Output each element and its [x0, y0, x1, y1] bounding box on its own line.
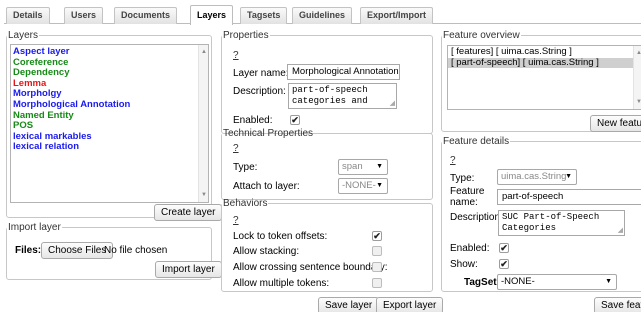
save-layer-button[interactable]: Save layer [318, 297, 380, 312]
technical-help-link[interactable]: ? [233, 143, 239, 154]
show-label: Show: [450, 259, 478, 270]
attach-to-layer-label: Attach to layer: [233, 181, 300, 192]
type-select[interactable]: span ▼ [338, 159, 388, 175]
lock-to-token-checkbox[interactable]: ✔ [372, 231, 382, 241]
layers-list[interactable]: Aspect layer Coreference Dependency Lemma Mo… [10, 44, 209, 203]
export-layer-button[interactable]: Export layer [376, 297, 444, 312]
scroll-down-icon[interactable]: ▼ [201, 192, 207, 198]
feature-name-input[interactable]: part-of-speech [497, 189, 641, 205]
check-icon: ✔ [373, 231, 381, 241]
properties-help-link[interactable]: ? [233, 50, 239, 61]
tagset-label: TagSet: [464, 277, 500, 288]
attach-to-layer-select[interactable]: -NONE- ▼ [338, 178, 388, 194]
layer-name-label: Layer name: [233, 68, 289, 79]
feature-list[interactable]: [ features] [ uima.cas.String ][ part-of… [447, 45, 641, 110]
feature-name-label-line2: name: [450, 197, 478, 208]
feature-name-label-line1: Feature [450, 186, 485, 197]
files-label: Files: [15, 245, 42, 256]
description-text: part-of-speech categories and [292, 85, 368, 106]
feature-enabled-label: Enabled: [450, 243, 490, 254]
resize-grip-icon[interactable]: ◢ [618, 228, 623, 235]
attach-select-value: -NONE- [342, 180, 376, 191]
check-icon: ✔ [500, 243, 508, 253]
layers-scrollbar[interactable]: ▲ ▼ [198, 45, 208, 202]
allow-stacking-checkbox[interactable] [372, 246, 382, 256]
tagset-value: -NONE- [501, 276, 535, 287]
tab-export-import[interactable]: Export/Import [360, 7, 434, 24]
type-label: Type: [233, 162, 258, 173]
lock-to-token-label: Lock to token offsets: [233, 231, 328, 242]
feature-scrollbar[interactable]: ▲ ▼ [633, 46, 641, 109]
layer-list-item[interactable]: Morphological Annotation [11, 99, 208, 111]
tab-tagsets[interactable]: Tagsets [240, 7, 288, 24]
feature-list-item[interactable]: [ part-of-speech] [ uima.cas.String ] [448, 57, 633, 69]
description-textarea[interactable]: part-of-speech categories and ◢ [288, 83, 397, 109]
scroll-up-icon[interactable]: ▲ [201, 49, 207, 55]
show-checkbox[interactable]: ✔ [499, 259, 509, 269]
tab-guidelines[interactable]: Guidelines [292, 7, 353, 24]
choose-files-button[interactable]: Choose Files [41, 242, 114, 259]
no-file-chosen-text: No file chosen [104, 245, 168, 256]
layer-list-item[interactable]: Named Entity [11, 110, 208, 122]
allow-crossing-label: Allow crossing sentence boundary: [233, 262, 388, 273]
allow-stacking-label: Allow stacking: [233, 246, 300, 257]
chevron-down-icon: ▼ [605, 278, 612, 285]
save-feature-button[interactable]: Save feature [594, 297, 641, 312]
allow-multiple-tokens-checkbox[interactable] [372, 278, 382, 288]
description-label: Description: [233, 86, 286, 97]
tab-documents[interactable]: Documents [114, 7, 178, 24]
properties-legend: Properties [223, 30, 269, 41]
layer-list-item[interactable]: Aspect layer [11, 46, 208, 58]
layer-list-item[interactable]: lexical relation [11, 142, 208, 153]
behaviors-help-link[interactable]: ? [233, 215, 239, 226]
resize-grip-icon[interactable]: ◢ [390, 101, 395, 108]
allow-crossing-checkbox[interactable] [372, 262, 382, 272]
tab-users[interactable]: Users [64, 7, 104, 24]
new-feature-button[interactable]: New feature [590, 115, 641, 132]
create-layer-button[interactable]: Create layer [154, 204, 223, 221]
allow-multiple-tokens-label: Allow multiple tokens: [233, 278, 330, 289]
scroll-up-icon[interactable]: ▲ [636, 50, 641, 56]
tab-details[interactable]: Details [6, 7, 50, 24]
import-layer-legend: Import layer [8, 222, 61, 233]
behaviors-legend: Behaviors [223, 198, 268, 209]
scroll-down-icon[interactable]: ▼ [636, 99, 641, 105]
tab-layers[interactable]: Layers [190, 5, 234, 25]
layers-legend: Layers [8, 30, 39, 41]
enabled-checkbox[interactable]: ✔ [290, 115, 300, 125]
chevron-down-icon: ▼ [565, 173, 572, 180]
feature-type-label: Type: [450, 173, 475, 184]
check-icon: ✔ [291, 115, 299, 125]
chevron-down-icon: ▼ [376, 163, 383, 170]
feature-description-text: SUC Part-of-Speech Categories [502, 212, 600, 233]
enabled-label: Enabled: [233, 115, 273, 126]
layer-name-input[interactable]: Morphological Annotation [287, 64, 400, 80]
feature-description-label: Description: [450, 212, 503, 223]
feature-enabled-checkbox[interactable]: ✔ [499, 243, 509, 253]
tagset-select[interactable]: -NONE- ▼ [497, 274, 617, 290]
feature-type-select[interactable]: uima.cas.String ▼ [497, 169, 577, 185]
type-select-value: span [342, 161, 363, 172]
feature-type-value: uima.cas.String [501, 171, 567, 182]
chevron-down-icon: ▼ [376, 182, 383, 189]
feature-help-link[interactable]: ? [450, 155, 456, 166]
feature-description-textarea[interactable]: SUC Part-of-Speech Categories ◢ [498, 210, 625, 236]
import-layer-button[interactable]: Import layer [155, 261, 222, 278]
technical-properties-legend: Technical Properties [223, 128, 314, 139]
feature-details-legend: Feature details [443, 136, 510, 147]
feature-list-item[interactable]: [ features] [ uima.cas.String ] [448, 46, 633, 58]
check-icon: ✔ [500, 259, 508, 269]
tab-bar: Details Users Documents Layers Tagsets G… [4, 4, 641, 25]
feature-overview-legend: Feature overview [443, 30, 520, 41]
